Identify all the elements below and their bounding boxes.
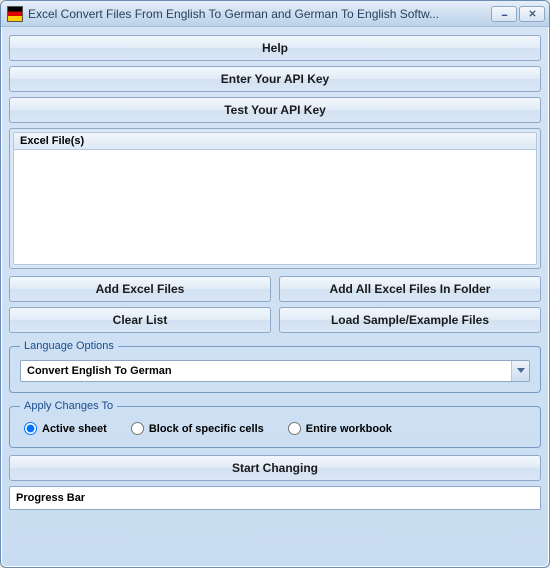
language-options-legend: Language Options: [20, 340, 118, 352]
app-window: Excel Convert Files From English To Germ…: [0, 0, 550, 568]
test-api-key-button[interactable]: Test Your API Key: [9, 97, 541, 123]
language-combo[interactable]: Convert English To German: [20, 360, 530, 382]
window-controls: [491, 6, 545, 22]
radio-active-sheet-input[interactable]: [24, 422, 37, 435]
language-combo-text: Convert English To German: [21, 365, 511, 377]
language-options-group: Language Options Convert English To Germ…: [9, 340, 541, 393]
clear-list-button[interactable]: Clear List: [9, 307, 271, 333]
progress-bar: Progress Bar: [9, 486, 541, 510]
radio-entire-workbook-label: Entire workbook: [306, 423, 392, 435]
apply-changes-group: Apply Changes To Active sheet Block of s…: [9, 400, 541, 448]
close-button[interactable]: [519, 6, 545, 22]
help-button[interactable]: Help: [9, 35, 541, 61]
client-area: Help Enter Your API Key Test Your API Ke…: [1, 27, 549, 518]
window-title: Excel Convert Files From English To Germ…: [28, 7, 491, 21]
apply-changes-legend: Apply Changes To: [20, 400, 117, 412]
radio-block-cells-input[interactable]: [131, 422, 144, 435]
add-excel-files-button[interactable]: Add Excel Files: [9, 276, 271, 302]
minimize-button[interactable]: [491, 6, 517, 22]
excel-files-group: Excel File(s): [9, 128, 541, 269]
radio-active-sheet-label: Active sheet: [42, 423, 107, 435]
start-changing-button[interactable]: Start Changing: [9, 455, 541, 481]
radio-entire-workbook-input[interactable]: [288, 422, 301, 435]
excel-files-header: Excel File(s): [13, 132, 537, 150]
titlebar: Excel Convert Files From English To Germ…: [1, 1, 549, 27]
add-all-in-folder-button[interactable]: Add All Excel Files In Folder: [279, 276, 541, 302]
progress-label: Progress Bar: [16, 492, 85, 504]
app-icon: [7, 6, 23, 22]
chevron-down-icon[interactable]: [511, 361, 529, 381]
radio-active-sheet[interactable]: Active sheet: [24, 422, 107, 435]
enter-api-key-button[interactable]: Enter Your API Key: [9, 66, 541, 92]
radio-block-cells[interactable]: Block of specific cells: [131, 422, 264, 435]
load-sample-button[interactable]: Load Sample/Example Files: [279, 307, 541, 333]
radio-entire-workbook[interactable]: Entire workbook: [288, 422, 392, 435]
excel-files-list[interactable]: [13, 150, 537, 265]
radio-block-cells-label: Block of specific cells: [149, 423, 264, 435]
